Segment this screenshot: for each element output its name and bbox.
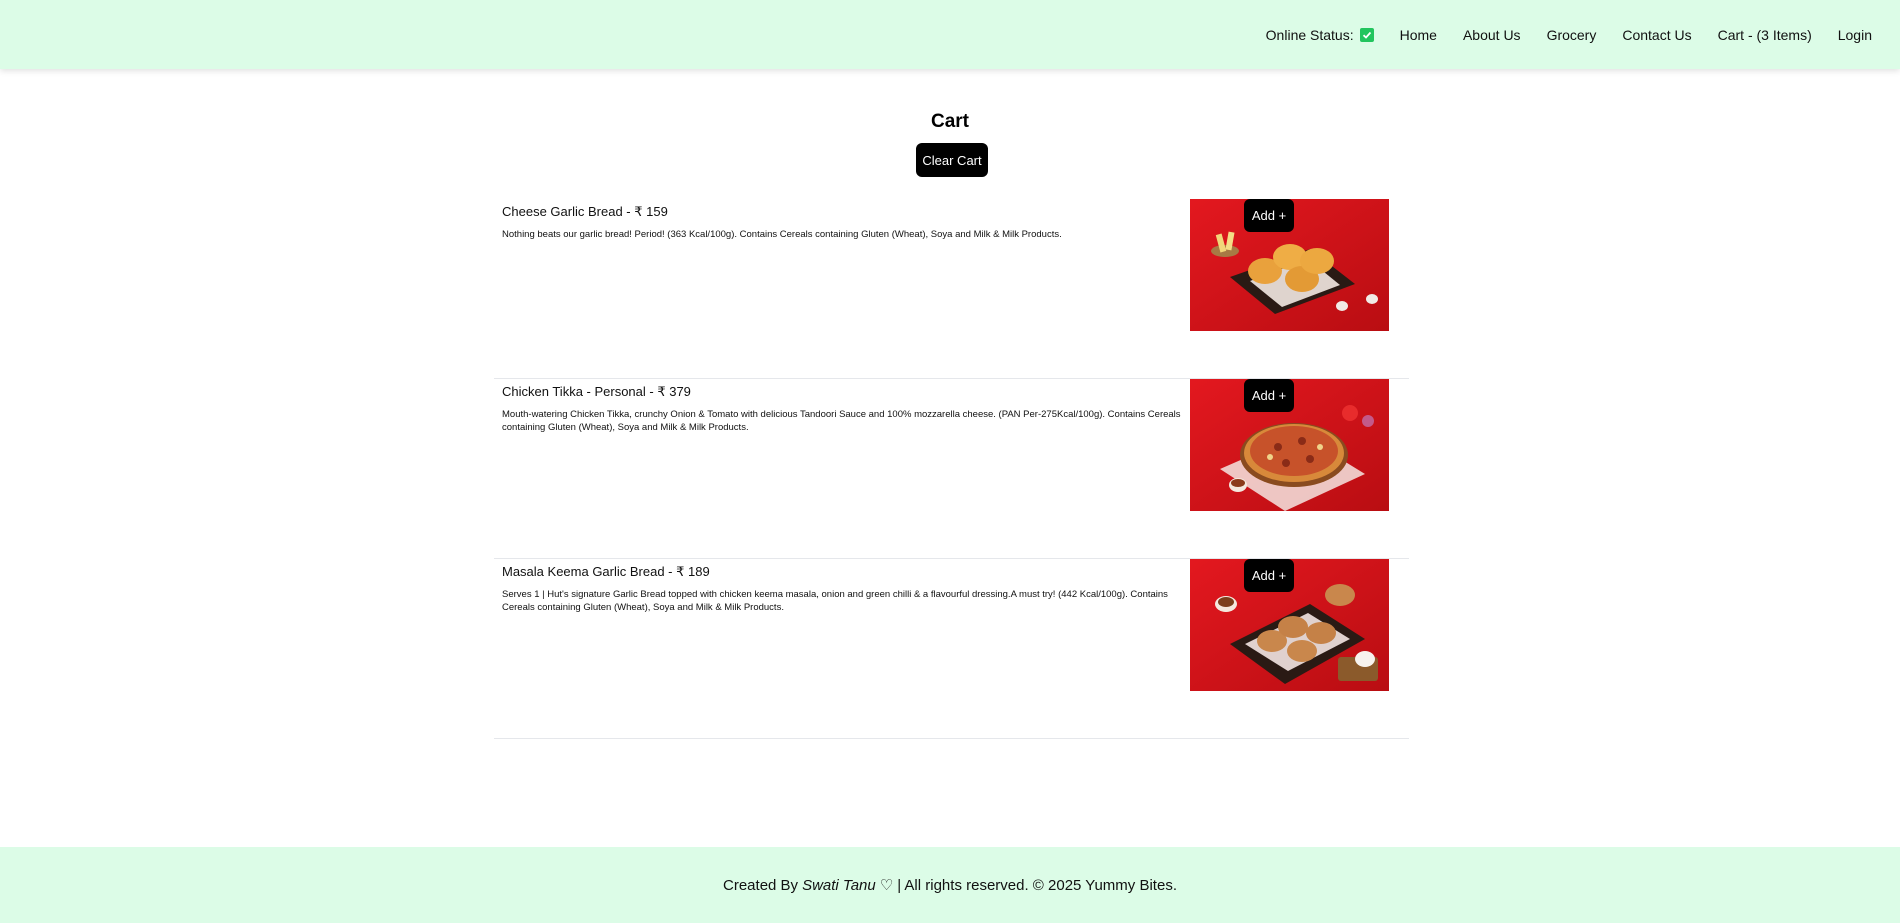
heart-icon: ♡ <box>879 877 894 894</box>
footer-copyright: | All rights reserved. © 2025 Yummy Bite… <box>897 876 1177 894</box>
add-button[interactable]: Add + <box>1244 559 1294 592</box>
item-description: Mouth-watering Chicken Tikka, crunchy On… <box>502 409 1181 433</box>
item-info: Masala Keema Garlic Bread - ₹ 189 Serves… <box>502 564 1202 614</box>
cart-item: Chicken Tikka - Personal - ₹ 379 Mouth-w… <box>494 379 1409 559</box>
footer: Created By Swati Tanu ♡ | All rights res… <box>0 847 1900 923</box>
add-button[interactable]: Add + <box>1244 199 1294 232</box>
online-status-label: Online Status: <box>1265 26 1354 43</box>
footer-author: Swati Tanu <box>802 876 876 894</box>
item-info: Cheese Garlic Bread - ₹ 159 Nothing beat… <box>502 204 1202 241</box>
checkbox-icon <box>1359 27 1374 42</box>
nav-contact-us[interactable]: Contact Us <box>1622 27 1691 43</box>
item-description: Nothing beats our garlic bread! Period! … <box>502 229 1062 240</box>
nav-grocery[interactable]: Grocery <box>1547 27 1597 43</box>
item-info: Chicken Tikka - Personal - ₹ 379 Mouth-w… <box>502 384 1202 434</box>
item-media: Add + <box>1190 199 1389 331</box>
item-name: Cheese Garlic Bread - ₹ 159 <box>502 204 668 219</box>
page-title: Cart <box>930 111 969 132</box>
add-button[interactable]: Add + <box>1244 379 1294 412</box>
item-name: Masala Keema Garlic Bread - ₹ 189 <box>502 564 710 579</box>
item-media: Add + <box>1190 559 1389 691</box>
header: Online Status: Home About Us Grocery Con… <box>0 0 1900 69</box>
clear-cart-button[interactable]: Clear Cart <box>916 143 988 177</box>
cart-item: Masala Keema Garlic Bread - ₹ 189 Serves… <box>494 559 1409 739</box>
nav-home[interactable]: Home <box>1400 27 1437 43</box>
item-media: Add + <box>1190 379 1389 511</box>
online-status: Online Status: <box>1266 27 1374 43</box>
cart-item: Cheese Garlic Bread - ₹ 159 Nothing beat… <box>494 199 1409 379</box>
item-name: Chicken Tikka - Personal - ₹ 379 <box>502 384 691 399</box>
nav-bar: Online Status: Home About Us Grocery Con… <box>1240 0 1872 69</box>
nav-login[interactable]: Login <box>1838 27 1872 43</box>
nav-cart[interactable]: Cart - (3 Items) <box>1718 27 1812 43</box>
item-description: Serves 1 | Hut's signature Garlic Bread … <box>502 589 1168 613</box>
nav-about-us[interactable]: About Us <box>1463 27 1521 43</box>
cart-list: Cheese Garlic Bread - ₹ 159 Nothing beat… <box>494 199 1409 739</box>
footer-prefix: Created By <box>723 876 799 894</box>
